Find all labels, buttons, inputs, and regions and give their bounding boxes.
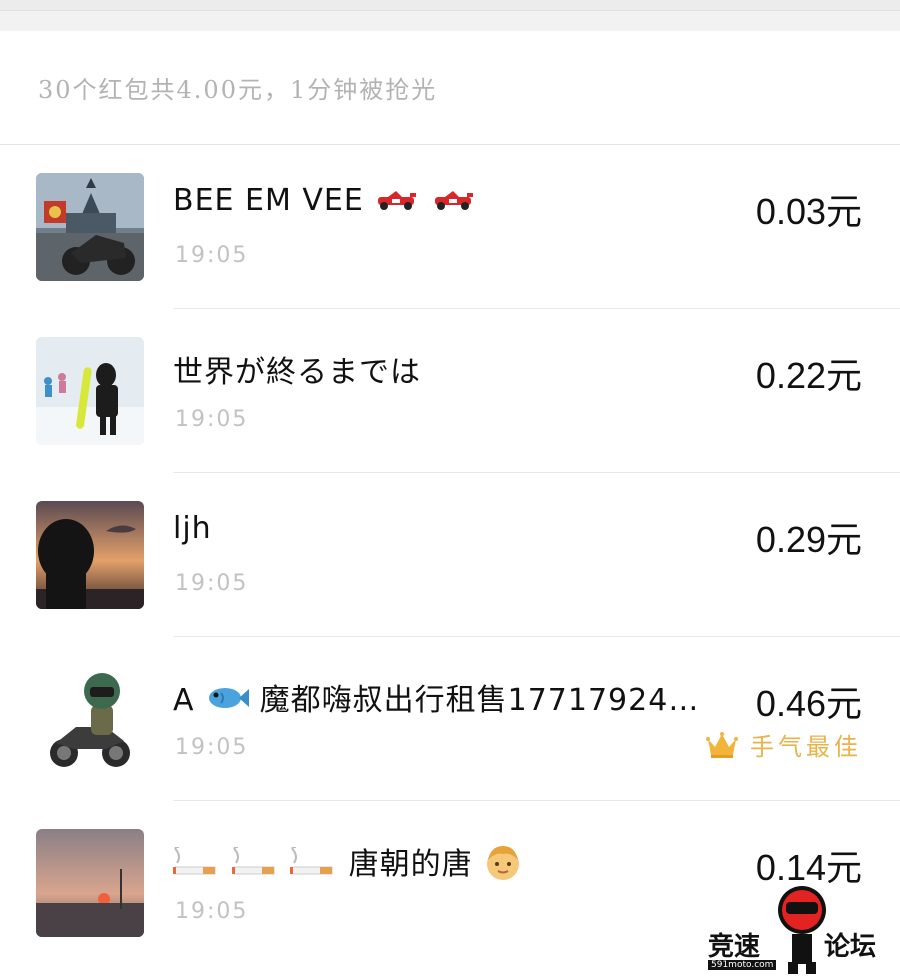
list-item[interactable]: 世界が終るまでは 19:05 0.22元	[0, 309, 900, 473]
fish-icon	[205, 684, 250, 719]
avatar[interactable]	[36, 501, 144, 609]
avatar[interactable]	[36, 665, 144, 773]
amount: 0.03元	[755, 191, 862, 232]
sender-name-prefix: A	[173, 683, 195, 718]
best-luck-label: 手气最佳	[750, 733, 862, 761]
best-luck-badge: 手气最佳	[706, 727, 862, 762]
crown-icon	[706, 731, 738, 758]
racing-car-icon	[374, 184, 420, 219]
grab-time: 19:05	[175, 407, 249, 432]
forum-watermark-logo: 竞速 论坛 591moto.com	[700, 880, 900, 980]
sender-name: ljh	[173, 511, 212, 546]
grab-time: 19:05	[175, 243, 249, 268]
avatar[interactable]	[36, 829, 144, 937]
grab-time: 19:05	[175, 899, 249, 924]
sender-name: 世界が終るまでは	[173, 355, 421, 390]
red-packet-summary: 30个红包共4.00元，1分钟被抢光	[38, 76, 438, 104]
boy-face-icon	[483, 842, 523, 890]
list-item[interactable]: A 魔都嗨叔出行租售17717924… 19:05 0.46元 手气最佳	[0, 637, 900, 801]
list-item[interactable]: BEE EM VEE 19:05 0.03元	[0, 145, 900, 309]
sender-name-text: 魔都嗨叔出行租售17717924…	[259, 683, 700, 718]
cigarette-icon	[173, 845, 221, 885]
sender-name: 唐朝的唐	[173, 839, 523, 890]
watermark-text-left: 竞速	[708, 932, 761, 962]
watermark-text-right: 论坛	[824, 932, 877, 962]
sender-name-text: 唐朝的唐	[348, 847, 473, 882]
watermark-site: 591moto.com	[708, 960, 777, 970]
cigarette-icon	[290, 845, 338, 885]
racing-car-icon	[431, 184, 477, 219]
top-bar	[0, 0, 900, 31]
sender-name: A 魔都嗨叔出行租售17717924…	[173, 675, 699, 719]
amount: 0.29元	[755, 519, 862, 560]
list-item[interactable]: ljh 19:05 0.29元	[0, 473, 900, 637]
sender-name: BEE EM VEE	[173, 183, 477, 219]
avatar[interactable]	[36, 337, 144, 445]
sender-name-text: BEE EM VEE	[173, 183, 364, 218]
helmet-mascot-icon	[778, 886, 826, 974]
amount: 0.22元	[755, 355, 862, 396]
grab-time: 19:05	[175, 571, 249, 596]
cigarette-icon	[231, 845, 280, 885]
grab-time: 19:05	[175, 735, 249, 760]
avatar[interactable]	[36, 173, 144, 281]
amount: 0.46元	[755, 683, 862, 724]
